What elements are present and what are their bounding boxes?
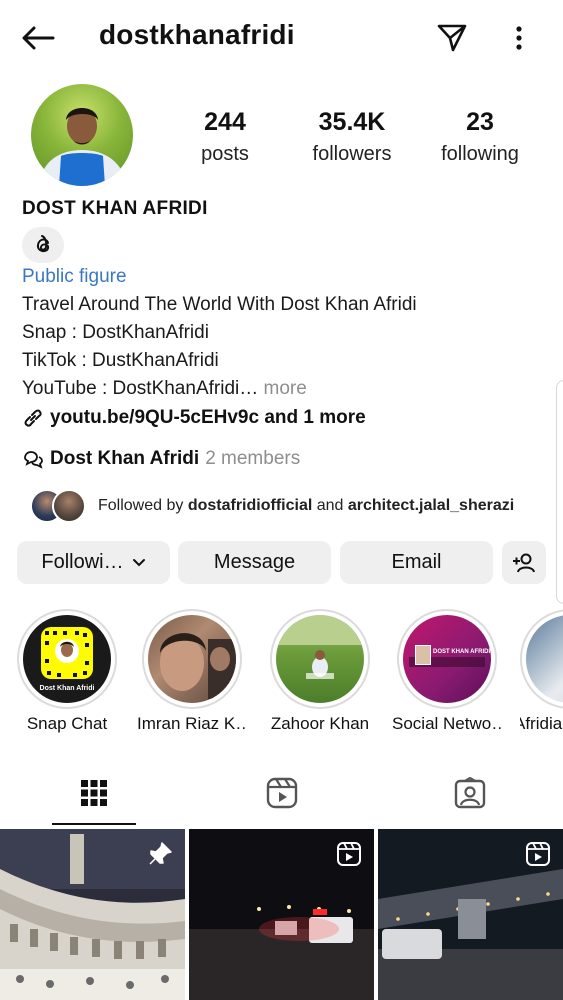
highlight-ring: DOST KHAN AFRIDI	[397, 609, 497, 709]
top-bar: dostkhanafridi	[0, 0, 563, 78]
tagged-icon	[454, 777, 485, 809]
tab-posts-grid[interactable]	[0, 760, 187, 826]
followers-stat[interactable]: 35.4K followers	[292, 108, 412, 166]
highlight-thumbnail	[526, 615, 563, 703]
message-button[interactable]: Message	[178, 541, 331, 584]
profile-full-name: DOST KHAN AFRIDI	[22, 198, 208, 219]
highlight-label: Snap Chat	[26, 714, 108, 733]
channel-icon	[24, 451, 43, 469]
highlight-photo-image	[276, 615, 364, 679]
highlight-ring	[270, 609, 370, 709]
email-button-label: Email	[391, 551, 442, 573]
highlight-item[interactable]: Imran Riaz K…	[137, 609, 247, 734]
highlight-mini-photo	[415, 645, 431, 665]
bio-line: Snap : DostKhanAfridi	[22, 322, 209, 343]
highlight-thumbnail	[276, 615, 364, 703]
channel-name: Dost Khan Afridi	[50, 448, 200, 469]
highlight-label: Social Netwo…	[392, 714, 502, 733]
following-stat[interactable]: 23 following	[420, 108, 540, 166]
avatar-photo-image	[39, 108, 127, 186]
followed-by-user: dostafridiofficial	[187, 497, 313, 514]
highlight-thumbnail: DOST KHAN AFRIDI	[403, 615, 491, 703]
vertical-dots-icon	[516, 26, 522, 50]
profile-category: Public figure	[22, 266, 127, 287]
highlight-thumbnail	[148, 615, 236, 703]
highlight-thumbnail: Dost Khan Afridi	[23, 615, 111, 703]
highlight-label: Zahoor Khan	[270, 714, 370, 733]
active-tab-indicator	[52, 823, 136, 825]
bio-line: YouTube : DostKhanAfridi…	[22, 378, 259, 399]
highlight-item[interactable]: Afridia	[520, 609, 563, 734]
followed-by-text: Followed by dostafridiofficial and archi…	[98, 497, 514, 515]
reel-badge-icon	[526, 842, 550, 866]
posts-stat[interactable]: 244 posts	[165, 108, 285, 166]
profile-link[interactable]: youtu.be/9QU-5cEHv9c and 1 more	[22, 407, 366, 429]
followers-count: 35.4K	[318, 108, 386, 136]
highlight-label: Imran Riaz K…	[137, 714, 247, 733]
back-button[interactable]	[18, 20, 58, 56]
following-button[interactable]: Followi…	[17, 541, 170, 584]
chevron-down-icon	[132, 558, 145, 566]
email-button[interactable]: Email	[340, 541, 493, 584]
followed-by-and: and	[312, 497, 348, 514]
more-options-button[interactable]	[503, 18, 535, 58]
post-thumbnail[interactable]	[189, 829, 374, 1000]
following-count: 23	[466, 108, 494, 136]
pin-icon	[149, 842, 172, 865]
bio-last-line: YouTube : DostKhanAfridi… more	[22, 378, 307, 400]
scroll-handle[interactable]	[556, 380, 563, 604]
posts-count: 244	[204, 108, 246, 136]
highlight-inner-text: Dost Khan Afridi	[39, 685, 95, 692]
followed-by-user: architect.jalal_sherazi	[347, 497, 515, 514]
following-button-label: Followi…	[41, 551, 124, 573]
highlight-inner-text: DOST KHAN AFRIDI	[433, 649, 491, 655]
followed-by-prefix: Followed by	[98, 497, 188, 514]
broadcast-channel[interactable]: Dost Khan Afridi 2 members	[22, 448, 300, 470]
highlight-ring	[520, 609, 563, 709]
add-person-icon	[513, 553, 535, 572]
bio-more-link[interactable]: more	[264, 378, 307, 399]
back-arrow-icon	[22, 26, 55, 50]
profile-avatar[interactable]	[31, 84, 133, 186]
highlight-item[interactable]: Dost Khan Afridi Snap Chat	[12, 609, 122, 734]
post-thumbnail[interactable]	[0, 829, 185, 1000]
highlight-photo-image	[160, 633, 236, 699]
reels-icon	[266, 777, 297, 809]
highlight-ring: Dost Khan Afridi	[17, 609, 117, 709]
reel-badge-icon	[337, 842, 361, 866]
profile-link-text: youtu.be/9QU-5cEHv9c and 1 more	[50, 407, 366, 428]
content-tabs	[0, 760, 563, 826]
threads-badge[interactable]	[22, 227, 64, 263]
highlight-item[interactable]: Zahoor Khan	[265, 609, 375, 734]
tab-tagged[interactable]	[376, 760, 563, 826]
highlight-item[interactable]: DOST KHAN AFRIDI Social Netwo…	[392, 609, 502, 734]
profile-username: dostkhanafridi	[99, 19, 295, 50]
bio-line: TikTok : DustKhanAfridi	[22, 350, 219, 371]
highlight-ring	[142, 609, 242, 709]
message-button-label: Message	[213, 551, 296, 573]
grid-icon	[80, 780, 107, 806]
channel-members: 2 members	[205, 448, 301, 469]
tab-reels[interactable]	[188, 760, 375, 826]
followers-label: followers	[312, 143, 392, 165]
bio-line: Travel Around The World With Dost Khan A…	[22, 294, 417, 315]
posts-label: posts	[201, 143, 249, 165]
following-label: following	[441, 143, 519, 165]
send-icon	[437, 24, 467, 52]
threads-icon	[36, 235, 50, 253]
followed-by-row[interactable]: Followed by dostafridiofficial and archi…	[30, 486, 514, 526]
share-profile-button[interactable]	[432, 18, 472, 58]
suggest-people-button[interactable]	[502, 541, 546, 584]
follower-avatar	[52, 489, 86, 523]
highlight-label: Afridia	[520, 714, 563, 733]
post-thumbnail[interactable]	[378, 829, 563, 1000]
link-icon	[24, 409, 42, 427]
